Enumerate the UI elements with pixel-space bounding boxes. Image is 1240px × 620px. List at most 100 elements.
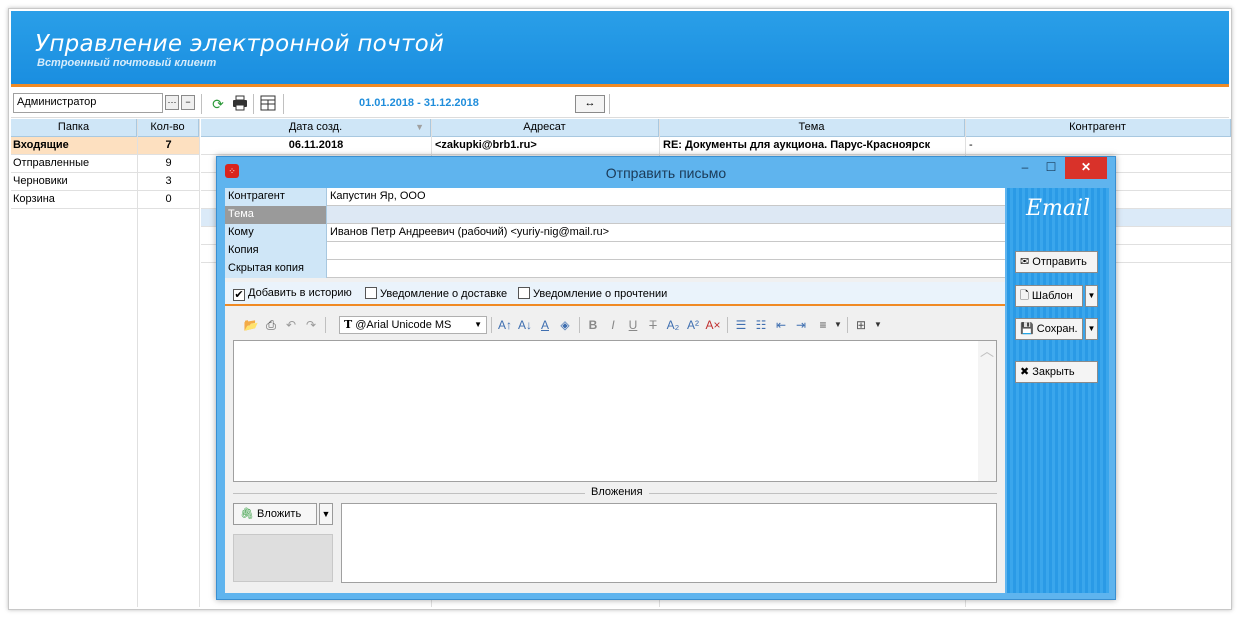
- dialog-body: Контрагент Капустин Яр, ООО Тема Кому Ив…: [225, 188, 1005, 593]
- message-editor[interactable]: ︿: [233, 340, 997, 482]
- read-notify-checkbox[interactable]: Уведомление о прочтении: [518, 287, 667, 301]
- bullet-list-icon[interactable]: ☰: [733, 317, 749, 333]
- font-color-icon[interactable]: A: [537, 317, 553, 333]
- template-dropdown-button[interactable]: ▼: [1085, 285, 1098, 307]
- folder-name: Корзина: [13, 193, 55, 205]
- font-grow-icon[interactable]: A↑: [497, 317, 513, 333]
- numbered-list-icon[interactable]: ☷: [753, 317, 769, 333]
- to-label: Кому: [225, 224, 327, 242]
- bcc-field[interactable]: Скрытая копия: [225, 260, 1005, 278]
- refresh-icon[interactable]: ⟳: [209, 95, 227, 113]
- subject-field[interactable]: Тема: [225, 206, 1005, 224]
- toolbar-separator: [253, 94, 254, 114]
- toolbar-separator: [491, 317, 492, 333]
- align-icon[interactable]: ≡: [815, 317, 831, 333]
- strikethrough-icon[interactable]: T: [645, 317, 661, 333]
- bold-icon[interactable]: B: [585, 317, 601, 333]
- print-icon[interactable]: [231, 95, 249, 113]
- open-folder-icon[interactable]: 📂: [243, 317, 259, 333]
- italic-icon[interactable]: I: [605, 317, 621, 333]
- user-clear-button[interactable]: −: [181, 95, 195, 110]
- folder-row[interactable]: Входящие 7: [11, 137, 199, 155]
- mail-to-header[interactable]: Адресат: [431, 119, 659, 137]
- user-combo[interactable]: Администратор: [13, 93, 163, 113]
- attachment-preview: [233, 534, 333, 582]
- app-header: Управление электронной почтой Встроенный…: [11, 11, 1229, 87]
- template-button[interactable]: 🗋 Шаблон: [1015, 285, 1083, 307]
- columns-icon[interactable]: [259, 95, 277, 113]
- add-history-checkbox[interactable]: ✔ Добавить в историю: [233, 287, 352, 301]
- chevron-down-icon[interactable]: ▼: [833, 317, 843, 333]
- delivery-notify-checkbox[interactable]: Уведомление о доставке: [365, 287, 507, 301]
- folder-row[interactable]: Отправленные 9: [11, 155, 199, 173]
- underline-icon[interactable]: U: [625, 317, 641, 333]
- paperclip-icon: 🖇: [240, 508, 254, 520]
- close-icon[interactable]: ✕: [1065, 157, 1107, 179]
- to-input[interactable]: Иванов Петр Андреевич (рабочий) <yuriy-n…: [330, 224, 609, 241]
- mail-contractor-header[interactable]: Контрагент: [965, 119, 1231, 137]
- font-type-icon: T: [344, 318, 353, 331]
- save-icon: 💾: [1020, 323, 1034, 335]
- folder-count-header[interactable]: Кол-во: [137, 119, 199, 137]
- chevron-up-icon[interactable]: ︿: [980, 343, 994, 359]
- editor-scrollbar[interactable]: ︿: [978, 341, 996, 481]
- save-button[interactable]: 💾 Сохран.: [1015, 318, 1083, 340]
- options-bar: ✔ Добавить в историю Уведомление о достав…: [225, 282, 1005, 306]
- checkbox-icon: [365, 287, 377, 299]
- chevron-down-icon[interactable]: ▼: [873, 317, 883, 333]
- sort-down-icon: ▼: [415, 122, 424, 132]
- folder-row[interactable]: Черновики 3: [11, 173, 199, 191]
- close-button[interactable]: ✖ Закрыть: [1015, 361, 1098, 383]
- redo-icon[interactable]: ↷: [303, 317, 319, 333]
- folder-name: Отправленные: [13, 157, 90, 169]
- maximize-icon[interactable]: ☐: [1039, 157, 1063, 179]
- cc-field[interactable]: Копия: [225, 242, 1005, 260]
- to-field[interactable]: Кому Иванов Петр Андреевич (рабочий) <yu…: [225, 224, 1005, 242]
- clear-format-icon[interactable]: A×: [705, 317, 721, 333]
- attachment-list[interactable]: [341, 503, 997, 583]
- mail-date-header[interactable]: Дата созд. ▼: [201, 119, 431, 137]
- folder-name: Входящие: [13, 139, 69, 151]
- folder-count: 3: [137, 173, 199, 191]
- date-range[interactable]: 01.01.2018 - 31.12.2018: [359, 97, 479, 109]
- attach-dropdown-button[interactable]: ▼: [319, 503, 333, 525]
- font-select[interactable]: T @Arial Unicode MS ▼: [339, 316, 487, 334]
- envelope-icon: ✉: [1020, 256, 1030, 268]
- indent-icon[interactable]: ⇥: [793, 317, 809, 333]
- dialog-title: Отправить письмо: [605, 165, 727, 181]
- outdent-icon[interactable]: ⇤: [773, 317, 789, 333]
- insert-icon[interactable]: ⊞: [853, 317, 869, 333]
- subscript-icon[interactable]: A₂: [665, 317, 681, 333]
- format-toolbar: 📂 ⎙ ↶ ↷ T @Arial Unicode MS ▼ A↑ A↓ A ◈ …: [225, 312, 1005, 338]
- user-select-button[interactable]: ···: [165, 95, 179, 110]
- mail-contractor: -: [969, 139, 973, 151]
- toolbar: Администратор ··· − ⟳ 01.01.2018 - 31.12…: [11, 90, 1229, 118]
- contractor-value[interactable]: Капустин Яр, ООО: [330, 188, 426, 205]
- minimize-icon[interactable]: –: [1013, 157, 1037, 179]
- mail-to: <zakupki@brb1.ru>: [435, 139, 537, 151]
- dialog-titlebar[interactable]: ⁘ Отправить письмо – ☐ ✕: [217, 157, 1115, 187]
- delivery-notify-label: Уведомление о доставке: [380, 288, 508, 300]
- font-shrink-icon[interactable]: A↓: [517, 317, 533, 333]
- print-icon[interactable]: ⎙: [263, 317, 279, 333]
- folder-row[interactable]: Корзина 0: [11, 191, 199, 209]
- folder-name-header[interactable]: Папка: [11, 119, 137, 137]
- document-icon: 🗋: [1020, 290, 1029, 302]
- attach-button[interactable]: 🖇 Вложить: [233, 503, 317, 525]
- toolbar-separator: [579, 317, 580, 333]
- email-brand: Email: [1025, 196, 1091, 221]
- toolbar-separator: [609, 94, 610, 114]
- send-button[interactable]: ✉ Отправить: [1015, 251, 1098, 273]
- mail-row[interactable]: 06.11.2018 <zakupki@brb1.ru> RE: Докумен…: [201, 137, 1231, 155]
- contractor-field[interactable]: Контрагент Капустин Яр, ООО: [225, 188, 1005, 206]
- undo-icon[interactable]: ↶: [283, 317, 299, 333]
- template-button-label: Шаблон: [1031, 290, 1073, 302]
- superscript-icon[interactable]: A²: [685, 317, 701, 333]
- date-range-toggle-button[interactable]: ↔: [575, 95, 605, 113]
- mail-subject-header[interactable]: Тема: [659, 119, 965, 137]
- read-notify-label: Уведомление о прочтении: [533, 288, 668, 300]
- highlight-icon[interactable]: ◈: [557, 317, 573, 333]
- folder-name: Черновики: [13, 175, 68, 187]
- close-x-icon: ✖: [1020, 366, 1030, 378]
- save-dropdown-button[interactable]: ▼: [1085, 318, 1098, 340]
